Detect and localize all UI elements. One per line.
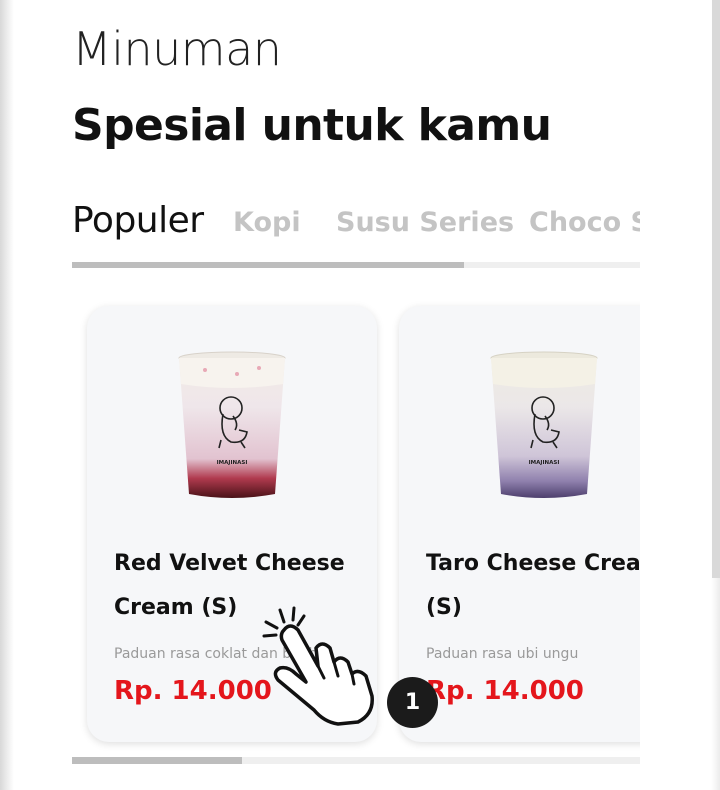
- red-velvet-drink-cup-icon: IMAJINASI: [178, 351, 286, 498]
- cup-brand-text: IMAJINASI: [217, 460, 248, 466]
- product-price: Rp. 14.000: [426, 676, 584, 706]
- tab-choco-series[interactable]: Choco Series: [529, 207, 640, 238]
- tabs-scroll-indicator[interactable]: [72, 262, 464, 268]
- tab-susu-series[interactable]: Susu Series: [336, 207, 514, 238]
- carousel-scroll-track[interactable]: [72, 757, 640, 764]
- product-price: Rp. 14.000: [114, 676, 272, 706]
- tab-kopi[interactable]: Kopi: [233, 207, 301, 238]
- page-title: Spesial untuk kamu: [72, 100, 552, 151]
- tabs-scroll-track[interactable]: [72, 262, 640, 268]
- product-description: Paduan rasa ubi ungu: [426, 646, 579, 662]
- product-name: Taro Cheese Cream (S): [426, 551, 640, 620]
- taro-drink-cup-icon: IMAJINASI: [490, 351, 598, 498]
- tap-hand-icon: [262, 606, 374, 726]
- page-scrollbar-track[interactable]: [711, 0, 720, 790]
- product-card-taro[interactable]: IMAJINASI Taro Cheese Cream (S) Paduan r…: [399, 306, 640, 742]
- tab-populer[interactable]: Populer: [72, 200, 204, 241]
- cup-brand-text: IMAJINASI: [529, 460, 560, 466]
- carousel-scroll-indicator[interactable]: [72, 757, 243, 764]
- left-page-shadow: [0, 0, 14, 790]
- section-eyebrow: Minuman: [72, 22, 282, 76]
- page-scrollbar-thumb[interactable]: [712, 0, 720, 578]
- tutorial-step-badge: 1: [387, 677, 438, 728]
- category-tabs: Populer Kopi Susu Series Choco Series: [72, 195, 640, 255]
